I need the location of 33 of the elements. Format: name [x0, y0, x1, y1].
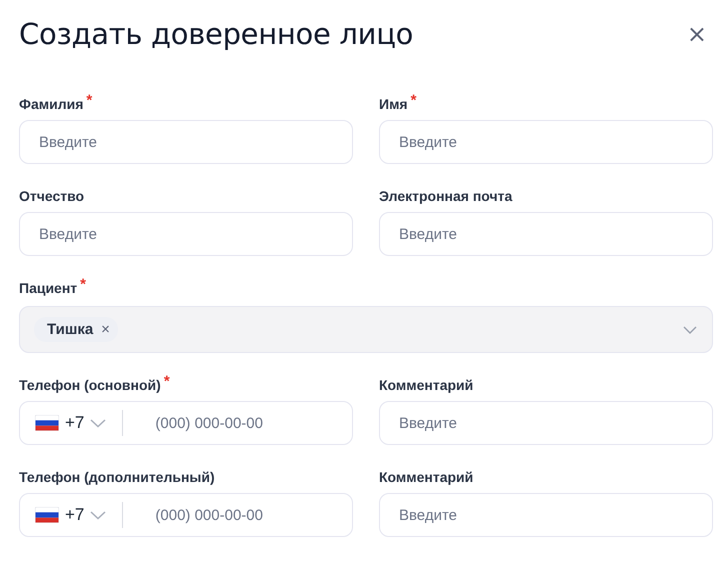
phone-field[interactable]: +7 (000) 000-00-00 [19, 493, 353, 537]
phone-input[interactable]: (000) 000-00-00 [153, 414, 338, 432]
country-code: +7 [65, 505, 84, 525]
input-field[interactable]: Введите [19, 120, 353, 164]
chevron-down-icon [683, 326, 697, 334]
input-field[interactable]: Введите [379, 493, 713, 537]
flag-icon [35, 415, 59, 431]
input-field[interactable]: Введите [379, 401, 713, 445]
dialog-title: Создать доверенное лицо [19, 17, 414, 51]
required-mark: * [164, 373, 170, 390]
input-field[interactable]: Введите [379, 120, 713, 164]
field-label: Телефон (дополнительный) [19, 469, 215, 485]
close-button[interactable]: × [680, 22, 713, 46]
input-field[interactable]: Введите [19, 212, 353, 256]
chevron-down-icon [90, 510, 106, 520]
tag: Тишка × [34, 317, 118, 342]
phone-input[interactable]: (000) 000-00-00 [153, 506, 338, 524]
chevron-down-icon [90, 418, 106, 428]
phone-field[interactable]: +7 (000) 000-00-00 [19, 401, 353, 445]
field-label: Фамилия [19, 96, 84, 112]
field-label: Отчество [19, 188, 84, 204]
flag-icon [35, 507, 59, 523]
field-label: Комментарий [379, 377, 474, 393]
country-code: +7 [65, 413, 84, 433]
field-label: Комментарий [379, 469, 474, 485]
required-mark: * [86, 92, 92, 109]
input-field[interactable]: Введите [379, 212, 713, 256]
field-label: Пациент [19, 280, 78, 296]
field-label: Имя [379, 96, 408, 112]
required-mark: * [410, 92, 416, 109]
field-label: Телефон (основной) [19, 377, 161, 393]
field-label: Электронная почта [379, 188, 512, 204]
required-mark: * [80, 276, 86, 293]
